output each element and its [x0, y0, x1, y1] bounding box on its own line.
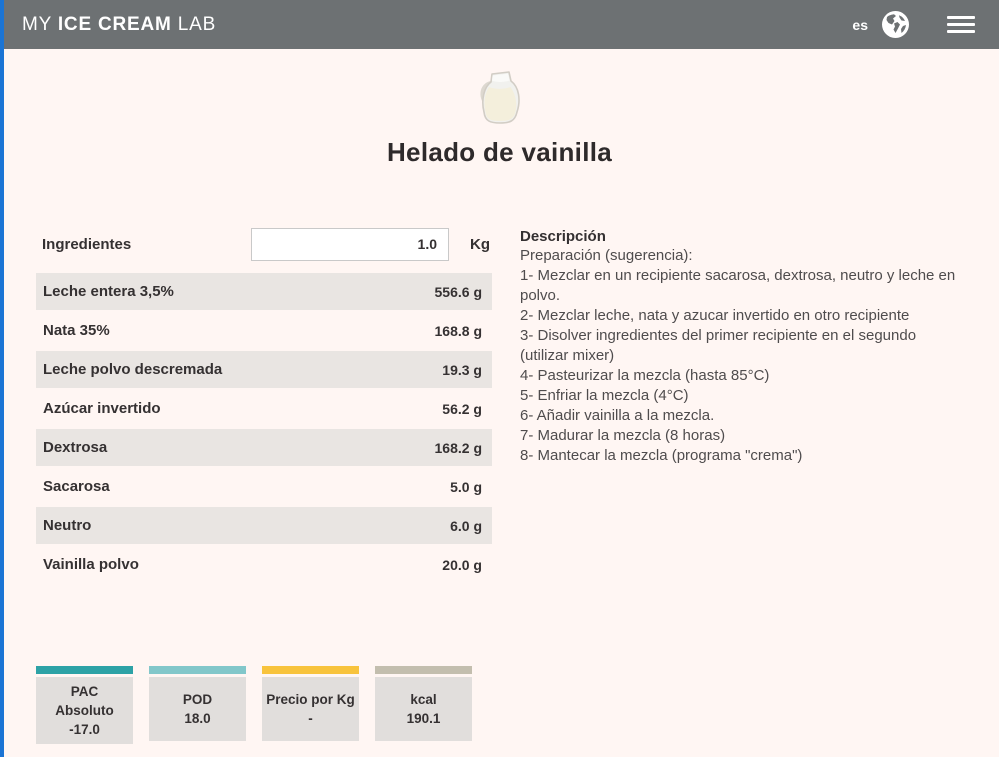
ingredient-amount: 6.0 g	[450, 518, 482, 534]
hamburger-menu-icon[interactable]	[947, 16, 975, 33]
stat-color-bar	[262, 666, 359, 674]
ingredient-amount: 168.2 g	[435, 440, 482, 456]
description-line: 6- Añadir vainilla a la mezcla.	[520, 406, 965, 426]
description-line: 4- Pasteurizar la mezcla (hasta 85°C)	[520, 366, 965, 386]
brand-suffix: LAB	[172, 14, 216, 35]
ingredient-row: Dextrosa 168.2 g	[36, 428, 492, 467]
stat-color-bar	[36, 666, 133, 674]
ingredient-amount: 5.0 g	[450, 479, 482, 495]
ingredient-name: Azúcar invertido	[43, 400, 161, 417]
left-edge-accent-strip	[0, 0, 4, 757]
ingredient-row: Neutro 6.0 g	[36, 506, 492, 545]
ingredient-name: Leche entera 3,5%	[43, 283, 174, 300]
batch-weight-input[interactable]	[251, 228, 449, 261]
language-code[interactable]: es	[852, 17, 868, 33]
ingredients-heading: Ingredientes	[36, 236, 251, 253]
brand-prefix: MY	[22, 14, 58, 35]
description-line: Preparación (sugerencia):	[520, 246, 965, 266]
app-logo[interactable]: MY ICE CREAM LAB	[22, 14, 216, 36]
ingredient-amount: 168.8 g	[435, 323, 482, 339]
ingredient-name: Vainilla polvo	[43, 556, 139, 573]
brand-bold: ICE CREAM	[58, 14, 172, 35]
stat-card-pod: POD 18.0	[149, 666, 246, 744]
weight-unit-label: Kg	[470, 236, 490, 253]
description-line: 3- Disolver ingredientes del primer reci…	[520, 326, 965, 366]
stat-value: 18.0	[184, 709, 210, 728]
stat-label: POD	[183, 690, 212, 709]
description-line: 5- Enfriar la mezcla (4°C)	[520, 386, 965, 406]
description-line: 7- Madurar la mezcla (8 horas)	[520, 426, 965, 446]
recipe-main: Ingredientes Kg Leche entera 3,5% 556.6 …	[36, 225, 965, 584]
ingredient-row: Leche polvo descremada 19.3 g	[36, 350, 492, 389]
stat-card-pac: PAC Absoluto -17.0	[36, 666, 133, 744]
description-line: 8- Mantecar la mezcla (programa "crema")	[520, 446, 965, 466]
ingredient-name: Neutro	[43, 517, 91, 534]
milk-jug-icon	[476, 70, 524, 126]
ingredient-name: Dextrosa	[43, 439, 107, 456]
ingredient-row: Leche entera 3,5% 556.6 g	[36, 272, 492, 311]
stat-label: kcal	[410, 690, 436, 709]
amount-row: Ingredientes Kg	[36, 225, 492, 263]
description-line: 2- Mezclar leche, nata y azucar invertid…	[520, 306, 965, 326]
description-heading: Descripción	[520, 228, 965, 245]
recipe-hero: Helado de vainilla	[0, 49, 999, 168]
ingredient-amount: 556.6 g	[435, 284, 482, 300]
app-header: MY ICE CREAM LAB es	[0, 0, 999, 49]
ingredient-row: Nata 35% 168.8 g	[36, 311, 492, 350]
ingredient-name: Sacarosa	[43, 478, 110, 495]
stat-value: -17.0	[69, 720, 100, 739]
stat-label: Precio por Kg	[266, 690, 355, 709]
ingredients-panel: Ingredientes Kg Leche entera 3,5% 556.6 …	[36, 225, 492, 584]
stat-value: 190.1	[407, 709, 441, 728]
stat-card-kcal: kcal 190.1	[375, 666, 472, 744]
ingredient-name: Leche polvo descremada	[43, 361, 222, 378]
description-panel: Descripción Preparación (sugerencia): 1-…	[520, 225, 965, 584]
description-line: 1- Mezclar en un recipiente sacarosa, de…	[520, 266, 965, 306]
ingredient-name: Nata 35%	[43, 322, 110, 339]
stat-card-precio: Precio por Kg -	[262, 666, 359, 744]
stat-label: PAC Absoluto	[40, 682, 129, 720]
ingredient-row: Azúcar invertido 56.2 g	[36, 389, 492, 428]
ingredient-row: Sacarosa 5.0 g	[36, 467, 492, 506]
globe-icon[interactable]	[882, 11, 909, 38]
page-title: Helado de vainilla	[0, 137, 999, 168]
recipe-stats: PAC Absoluto -17.0 POD 18.0 Precio por K…	[36, 666, 999, 744]
stat-value: -	[308, 709, 313, 728]
ingredient-amount: 20.0 g	[442, 557, 482, 573]
stat-color-bar	[375, 666, 472, 674]
ingredient-row: Vainilla polvo 20.0 g	[36, 545, 492, 584]
stat-color-bar	[149, 666, 246, 674]
ingredient-amount: 19.3 g	[442, 362, 482, 378]
ingredient-amount: 56.2 g	[442, 401, 482, 417]
ingredients-table: Leche entera 3,5% 556.6 g Nata 35% 168.8…	[36, 272, 492, 584]
